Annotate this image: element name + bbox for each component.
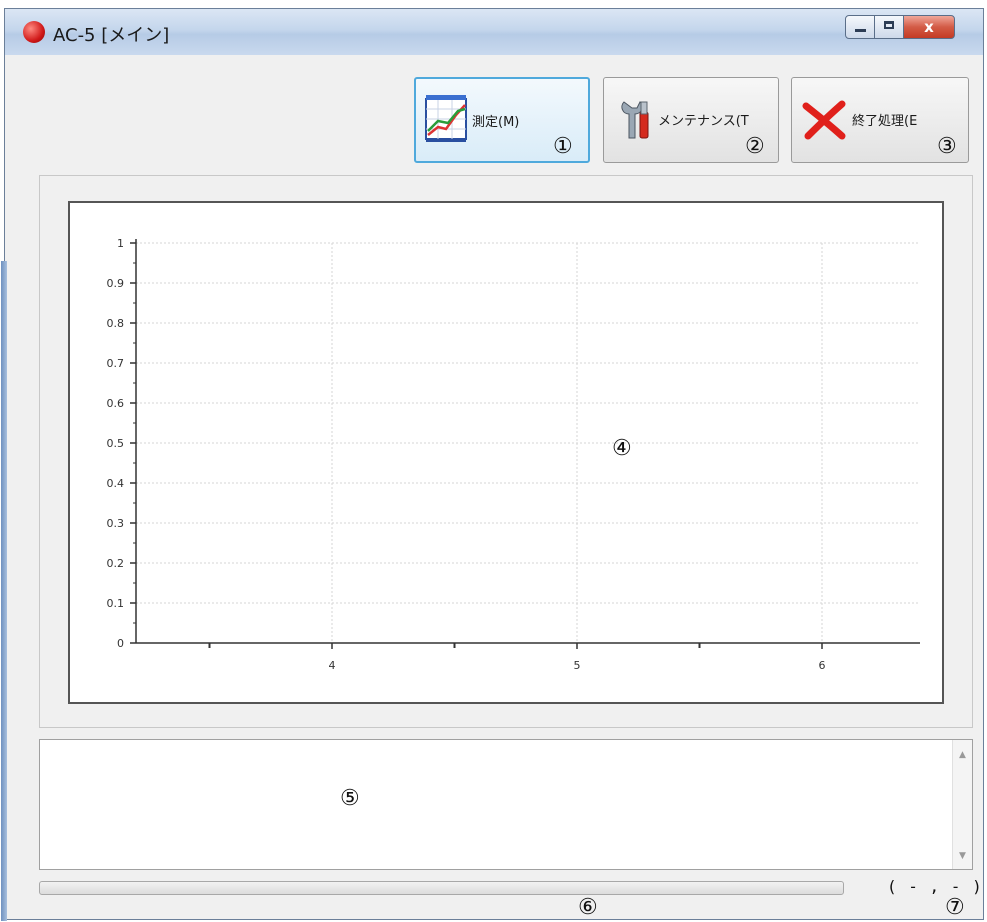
callout-7: ⑦: [945, 895, 965, 920]
app-icon: [23, 21, 45, 43]
y-tick-label: 0.3: [107, 517, 125, 530]
maximize-icon: [884, 21, 894, 29]
coordinate-readout: ( - , - ): [887, 877, 983, 896]
y-tick-label: 0.9: [107, 277, 125, 290]
y-tick-label: 0.7: [107, 357, 125, 370]
y-tick-label: 0.2: [107, 557, 125, 570]
callout-6: ⑥: [578, 895, 598, 920]
tools-icon: [621, 101, 649, 139]
close-x-icon: [802, 100, 846, 140]
window-edge: [1, 261, 7, 921]
window-title: AC-5 [メイン]: [53, 25, 170, 46]
y-tick-label: 1: [117, 237, 124, 250]
callout-4: ④: [612, 436, 632, 461]
chart-icon: [425, 95, 467, 142]
progress-bar: [39, 881, 844, 895]
log-scrollbar[interactable]: ▲ ▼: [952, 740, 972, 869]
x-tick-label: 6: [819, 659, 826, 672]
log-area[interactable]: ⑤ ▲ ▼: [39, 739, 973, 870]
y-tick-label: 0.8: [107, 317, 125, 330]
y-tick-label: 0.4: [107, 477, 125, 490]
close-button[interactable]: x: [903, 15, 955, 39]
y-tick-label: 0.6: [107, 397, 125, 410]
main-window: AC-5 [メイン] x 測定(M) ① メンテナンス(T ② 終了処理(E ③…: [1, 8, 984, 921]
minimize-icon: [855, 29, 866, 32]
callout-5: ⑤: [340, 786, 360, 811]
x-tick-label: 4: [329, 659, 336, 672]
y-tick-label: 0.1: [107, 597, 125, 610]
scroll-down-icon[interactable]: ▼: [953, 851, 972, 861]
scroll-up-icon[interactable]: ▲: [953, 750, 972, 760]
chart-plot[interactable]: 0 0.1 0.2 0.3 0.4 0.5 0.6 0.7 0.8 0.9 1 4 5 6: [68, 201, 944, 704]
y-tick-label: 0: [117, 637, 124, 650]
measure-label: 測定(M): [472, 115, 520, 130]
chart-panel: 0 0.1 0.2 0.3 0.4 0.5 0.6 0.7 0.8 0.9 1 4 5 6 ④: [39, 175, 973, 728]
x-tick-label: 5: [574, 659, 581, 672]
maximize-button[interactable]: [874, 15, 904, 39]
callout-2: ②: [745, 134, 765, 159]
title-bar[interactable]: AC-5 [メイン] x: [5, 9, 983, 55]
exit-label: 終了処理(E: [852, 114, 918, 129]
close-icon: x: [924, 18, 934, 36]
callout-1: ①: [553, 134, 573, 159]
callout-3: ③: [937, 134, 957, 159]
y-tick-label: 0.5: [107, 437, 125, 450]
chart-svg: 0 0.1 0.2 0.3 0.4 0.5 0.6 0.7 0.8 0.9 1 4 5 6: [107, 237, 920, 672]
maintenance-label: メンテナンス(T: [658, 114, 749, 129]
minimize-button[interactable]: [845, 15, 875, 39]
